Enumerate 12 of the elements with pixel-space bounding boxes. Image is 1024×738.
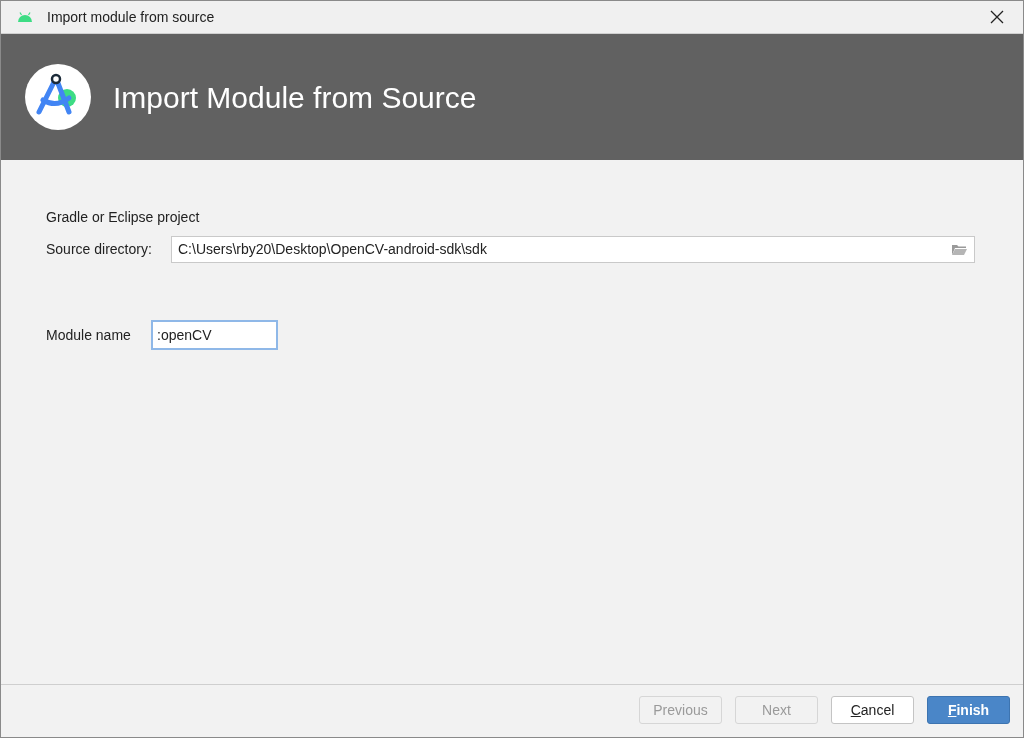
- source-directory-field[interactable]: C:\Users\rby20\Desktop\OpenCV-android-sdk\sdk: [171, 236, 975, 263]
- dialog-button[interactable]: Finish: [927, 696, 1010, 724]
- folder-icon[interactable]: [951, 243, 968, 256]
- app-logo-icon: [23, 62, 93, 132]
- dialog-button[interactable]: Cancel: [831, 696, 914, 724]
- field-label: Module name: [46, 325, 132, 345]
- android-icon: [17, 12, 33, 22]
- field-label: Source directory:: [46, 240, 153, 259]
- section-label: Gradle or Eclipse project: [46, 208, 201, 227]
- header-title: Import Module from Source: [113, 79, 477, 116]
- module-name-field[interactable]: :openCV: [151, 320, 278, 350]
- window-title: Import module from source: [47, 7, 215, 27]
